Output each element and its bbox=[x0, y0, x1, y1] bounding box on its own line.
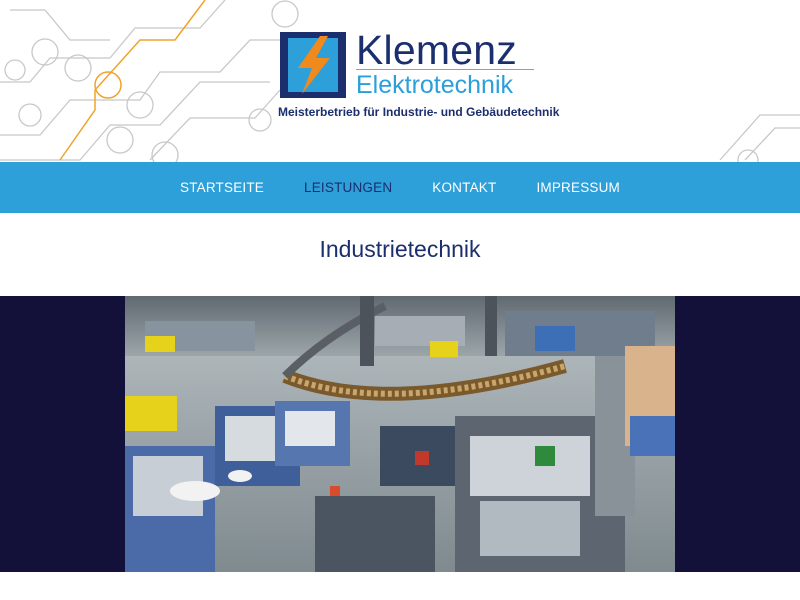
brand-subtitle: Elektrotechnik bbox=[356, 71, 514, 99]
factory-illustration bbox=[125, 296, 675, 572]
main-navigation: STARTSEITE LEISTUNGEN KONTAKT IMPRESSUM bbox=[0, 162, 800, 213]
nav-item-startseite[interactable]: STARTSEITE bbox=[180, 180, 264, 195]
page-title: Industrietechnik bbox=[319, 236, 481, 262]
industrial-facility-image bbox=[125, 296, 675, 572]
brand-tagline: Meisterbetrieb für Industrie- und Gebäud… bbox=[278, 105, 560, 119]
brand-name: Klemenz bbox=[356, 27, 517, 73]
nav-item-impressum[interactable]: IMPRESSUM bbox=[536, 180, 620, 195]
nav-item-leistungen[interactable]: LEISTUNGEN bbox=[304, 180, 392, 195]
site-header: Klemenz Elektrotechnik Meisterbetrieb fü… bbox=[0, 0, 800, 162]
site-logo[interactable]: Klemenz Elektrotechnik Meisterbetrieb fü… bbox=[278, 27, 559, 128]
nav-item-kontakt[interactable]: KONTAKT bbox=[432, 180, 496, 195]
lightning-bolt-icon bbox=[280, 32, 346, 98]
